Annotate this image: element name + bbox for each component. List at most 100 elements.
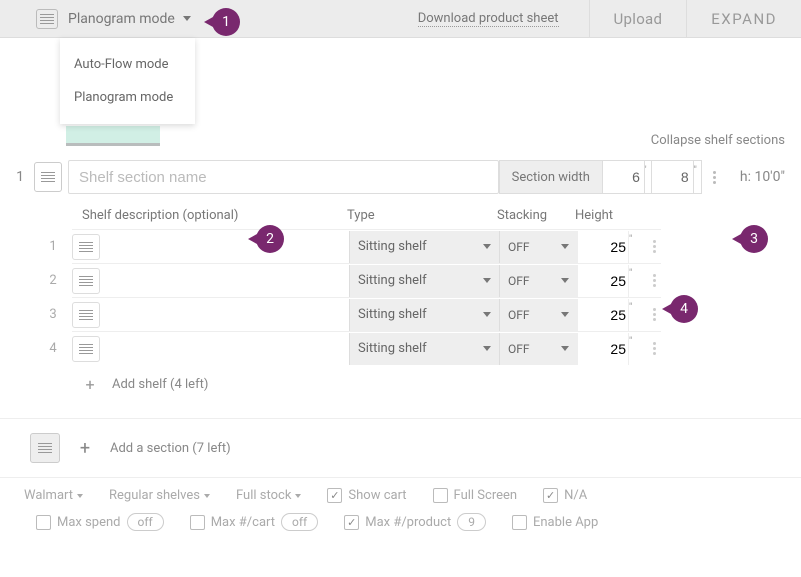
add-section-label: Add a section (7 left) — [110, 441, 231, 456]
table-row: 4 Sitting shelf OFF " — [72, 331, 661, 365]
caret-down-icon — [295, 494, 301, 498]
row-number: 4 — [44, 341, 62, 356]
row-drag-handle[interactable] — [647, 342, 661, 355]
shelf-type-select[interactable]: Sitting shelf — [349, 299, 499, 331]
add-shelf-label: Add shelf (4 left) — [112, 377, 208, 392]
caret-down-icon — [561, 312, 569, 317]
shelf-icon[interactable] — [72, 234, 100, 260]
table-row: 3 Sitting shelf OFF " — [72, 297, 661, 331]
add-section-button[interactable]: + — [70, 433, 100, 463]
toolbar: Planogram mode Download product sheet Up… — [0, 0, 801, 38]
stacking-select[interactable]: OFF — [499, 231, 577, 263]
max-product-value[interactable]: 9 — [457, 513, 486, 531]
table-row: 2 Sitting shelf OFF " — [72, 263, 661, 297]
section-height-display: h: 10'0" — [740, 169, 785, 185]
section-icon[interactable] — [30, 433, 60, 463]
mode-option-planogram[interactable]: Planogram mode — [60, 81, 195, 114]
shelf-type-select[interactable]: Sitting shelf — [349, 231, 499, 263]
expand-button[interactable]: EXPAND — [687, 0, 801, 37]
in-unit: " — [629, 332, 641, 347]
in-unit: " — [629, 264, 641, 279]
shelf-type-filter[interactable]: Regular shelves — [109, 488, 210, 503]
max-product-checkbox[interactable]: ✓Max #/product9 — [344, 513, 486, 531]
shelf-icon[interactable] — [72, 268, 100, 294]
shelf-description-input[interactable] — [100, 333, 349, 365]
mode-option-autoflow[interactable]: Auto-Flow mode — [60, 48, 195, 81]
stock-filter[interactable]: Full stock — [236, 488, 301, 503]
section-number: 1 — [10, 169, 30, 185]
shelf-height-input[interactable] — [577, 231, 629, 263]
section-width-in-input[interactable] — [652, 160, 694, 194]
section-drag-handle[interactable] — [708, 171, 722, 184]
caret-down-icon — [483, 346, 491, 351]
caret-down-icon — [483, 278, 491, 283]
header-type: Type — [347, 208, 497, 223]
caret-down-icon — [561, 244, 569, 249]
shelf-type-select[interactable]: Sitting shelf — [349, 265, 499, 297]
show-cart-checkbox[interactable]: ✓Show cart — [327, 488, 406, 503]
section-row: 1 Section width ' " h: 10'0" — [0, 154, 801, 200]
caret-down-icon — [561, 278, 569, 283]
in-unit: " — [629, 230, 641, 245]
shelf-icon[interactable] — [72, 336, 100, 362]
stacking-select[interactable]: OFF — [499, 333, 577, 365]
header-description: Shelf description (optional) — [72, 208, 347, 223]
shelf-description-input[interactable] — [100, 231, 349, 263]
max-spend-value[interactable]: off — [127, 513, 164, 531]
header-height: Height — [575, 208, 645, 223]
max-cart-checkbox[interactable]: Max #/cartoff — [190, 513, 319, 531]
full-screen-checkbox[interactable]: Full Screen — [433, 488, 518, 503]
section-width-ft-input[interactable] — [603, 160, 645, 194]
annotation-marker-4: 4 — [670, 295, 698, 323]
caret-down-icon — [561, 346, 569, 351]
add-shelf-button[interactable]: + Add shelf (4 left) — [72, 365, 661, 404]
caret-down-icon — [483, 244, 491, 249]
add-section-row: + Add a section (7 left) — [30, 433, 801, 463]
mode-dropdown[interactable]: Planogram mode — [68, 11, 175, 27]
max-spend-checkbox[interactable]: Max spendoff — [36, 513, 164, 531]
row-number: 2 — [44, 273, 62, 288]
row-number: 3 — [44, 307, 62, 322]
shelf-table: Shelf description (optional) Type Stacki… — [72, 200, 661, 404]
retailer-filter[interactable]: Walmart — [24, 488, 83, 503]
row-drag-handle[interactable] — [647, 308, 661, 321]
shelf-height-input[interactable] — [577, 299, 629, 331]
row-drag-handle[interactable] — [647, 274, 661, 287]
max-cart-value[interactable]: off — [281, 513, 318, 531]
enable-app-checkbox[interactable]: Enable App — [512, 515, 598, 530]
row-number: 1 — [44, 239, 62, 254]
section-name-input[interactable] — [68, 160, 499, 194]
shelf-icon[interactable] — [72, 302, 100, 328]
shelf-type-select[interactable]: Sitting shelf — [349, 333, 499, 365]
shelf-description-input[interactable] — [100, 299, 349, 331]
caret-down-icon — [204, 494, 210, 498]
stacking-select[interactable]: OFF — [499, 265, 577, 297]
upload-button[interactable]: Upload — [590, 0, 687, 37]
na-checkbox[interactable]: ✓N/A — [543, 488, 587, 503]
filters-bar: Walmart Regular shelves Full stock ✓Show… — [0, 488, 801, 551]
download-product-sheet-link[interactable]: Download product sheet — [418, 11, 559, 27]
annotation-marker-1: 1 — [212, 8, 240, 36]
row-drag-handle[interactable] — [647, 240, 661, 253]
shelf-description-input[interactable] — [100, 265, 349, 297]
in-unit: " — [629, 298, 641, 313]
header-stacking: Stacking — [497, 208, 575, 223]
shelf-icon — [36, 9, 58, 29]
table-row: 1 Sitting shelf OFF " — [72, 229, 661, 263]
ft-unit: ' — [645, 160, 652, 194]
table-header: Shelf description (optional) Type Stacki… — [72, 200, 661, 229]
in-unit: " — [694, 160, 702, 194]
mode-dropdown-menu: Auto-Flow mode Planogram mode — [60, 38, 195, 124]
caret-down-icon — [77, 494, 83, 498]
shelf-height-input[interactable] — [577, 333, 629, 365]
annotation-marker-3: 3 — [740, 225, 768, 253]
plus-icon: + — [80, 375, 100, 394]
annotation-marker-2: 2 — [256, 225, 284, 253]
section-icon[interactable] — [34, 162, 62, 192]
stacking-select[interactable]: OFF — [499, 299, 577, 331]
caret-down-icon — [183, 16, 191, 21]
shelf-height-input[interactable] — [577, 265, 629, 297]
caret-down-icon — [483, 312, 491, 317]
collapse-sections-link[interactable]: Collapse shelf sections — [651, 133, 785, 148]
section-width-label: Section width — [499, 160, 603, 194]
